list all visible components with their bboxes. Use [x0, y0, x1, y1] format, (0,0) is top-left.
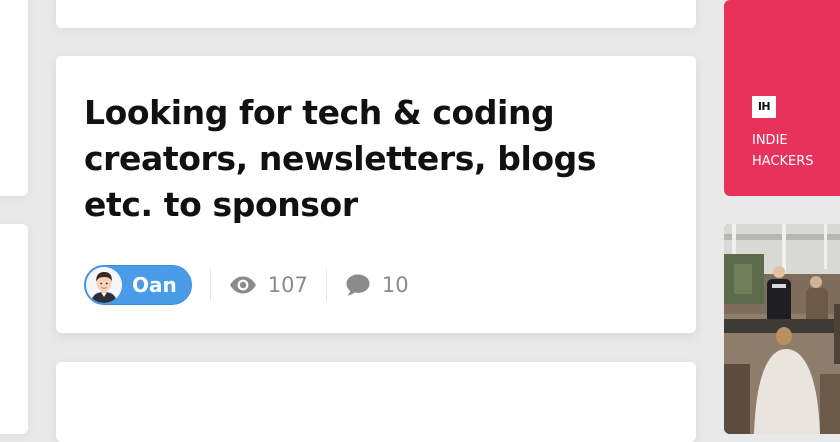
views-stat: 107 [229, 273, 308, 297]
promo-name-line: HACKERS [752, 154, 814, 169]
eye-icon [229, 276, 257, 294]
post-title[interactable]: Looking for tech & coding creators, news… [84, 90, 654, 228]
views-count: 107 [267, 273, 308, 297]
partial-card-left-bottom [0, 224, 28, 434]
comments-count: 10 [381, 273, 409, 297]
partial-post-card-above[interactable] [56, 0, 696, 28]
meta-divider [325, 269, 327, 301]
author-chip[interactable]: Oan [84, 265, 192, 305]
partial-post-card-below[interactable] [56, 362, 696, 442]
avatar [86, 267, 122, 303]
promo-name-line: INDIE [752, 133, 788, 148]
cafe-photo-image [724, 224, 840, 434]
indie-hackers-name: INDIE HACKERS [752, 130, 840, 172]
comment-icon [345, 273, 371, 297]
post-meta: Oan 107 10 [84, 264, 409, 306]
post-card[interactable]: Looking for tech & coding creators, news… [56, 56, 696, 333]
partial-card-left-top [0, 0, 28, 196]
comments-stat[interactable]: 10 [345, 273, 409, 297]
author-name: Oan [132, 273, 177, 297]
indie-hackers-logo: IH [752, 96, 776, 118]
meta-divider [209, 269, 211, 301]
promo-photo[interactable] [724, 224, 840, 434]
indie-hackers-promo[interactable]: IH INDIE HACKERS [724, 0, 840, 196]
